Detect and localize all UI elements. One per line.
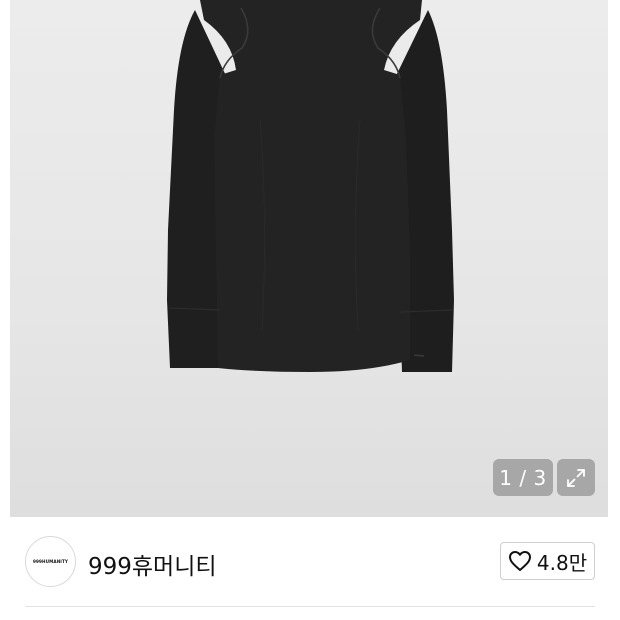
like-button[interactable]: 4.8만 — [500, 542, 595, 580]
shop-avatar[interactable]: 999HUMANITY — [25, 536, 76, 587]
seller-info-row: 999HUMANITY 999휴머니티 4.8만 — [0, 517, 620, 607]
section-divider — [25, 606, 595, 607]
product-photo[interactable] — [10, 0, 608, 517]
image-counter: 1 / 3 — [493, 459, 553, 496]
shop-avatar-logo-text: 999HUMANITY — [32, 559, 69, 564]
expand-image-button[interactable] — [557, 459, 595, 496]
image-counter-text: 1 / 3 — [499, 465, 547, 490]
expand-icon — [567, 468, 585, 487]
shop-name[interactable]: 999휴머니티 — [88, 547, 217, 581]
product-image-gallery[interactable]: 1 / 3 — [0, 0, 620, 517]
long-sleeve-top-image — [167, 0, 454, 372]
heart-outline-icon — [508, 551, 531, 571]
like-count: 4.8만 — [536, 550, 588, 575]
